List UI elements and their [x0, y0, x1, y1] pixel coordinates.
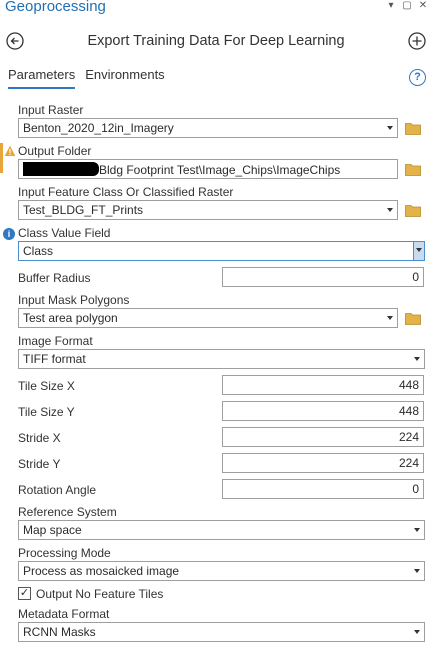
chevron-down-icon: [414, 569, 420, 573]
chevron-down-icon: [387, 126, 393, 130]
tile-size-y-label: Tile Size Y: [18, 405, 75, 419]
warning-icon[interactable]: [4, 145, 16, 157]
pane-autohide-icon[interactable]: ▢: [402, 0, 412, 12]
info-icon[interactable]: i: [3, 228, 15, 240]
dropdown-button[interactable]: [413, 242, 424, 260]
output-folder-label: Output Folder: [18, 144, 92, 158]
chevron-down-icon: [414, 357, 420, 361]
input-feature-class-label: Input Feature Class Or Classified Raster: [18, 185, 234, 199]
reference-system-dropdown[interactable]: Map space: [18, 520, 425, 540]
metadata-format-value: RCNN Masks: [23, 625, 96, 639]
stride-x-input[interactable]: 224: [222, 427, 424, 447]
processing-mode-label: Processing Mode: [18, 546, 111, 560]
add-icon[interactable]: [408, 32, 426, 50]
output-folder-input[interactable]: Bldg Footprint Test\Image_Chips\ImageChi…: [18, 159, 398, 179]
stride-y-label: Stride Y: [18, 457, 61, 471]
help-icon[interactable]: ?: [409, 69, 426, 86]
input-feature-class-dropdown[interactable]: Test_BLDG_FT_Prints: [18, 200, 398, 220]
image-format-label: Image Format: [18, 334, 93, 348]
tab-environments[interactable]: Environments: [85, 67, 164, 89]
tool-header: Export Training Data For Deep Learning: [0, 28, 432, 56]
input-feature-class-value: Test_BLDG_FT_Prints: [23, 203, 144, 217]
input-raster-label: Input Raster: [18, 103, 84, 117]
metadata-format-label: Metadata Format: [18, 607, 110, 621]
tab-parameters[interactable]: Parameters: [8, 67, 76, 89]
folder-icon[interactable]: [405, 204, 422, 217]
output-folder-value: Bldg Footprint Test\Image_Chips\ImageChi…: [99, 163, 341, 177]
class-value-field-label: Class Value Field: [18, 226, 111, 240]
input-mask-value: Test area polygon: [23, 311, 118, 325]
input-raster-dropdown[interactable]: Benton_2020_12in_Imagery: [18, 118, 398, 138]
input-mask-label: Input Mask Polygons: [18, 293, 130, 307]
rotation-angle-label: Rotation Angle: [18, 483, 97, 497]
input-mask-dropdown[interactable]: Test area polygon: [18, 308, 398, 328]
output-no-feature-tiles-label: Output No Feature Tiles: [36, 587, 164, 601]
processing-mode-value: Process as mosaicked image: [23, 564, 180, 578]
metadata-format-dropdown[interactable]: RCNN Masks: [18, 622, 425, 642]
image-format-value: TIFF format: [23, 352, 86, 366]
pane-title-bar: Geoprocessing ▾ ▢ ✕: [0, 0, 432, 16]
warning-indicator-bar: [0, 143, 3, 173]
processing-mode-dropdown[interactable]: Process as mosaicked image: [18, 561, 425, 581]
folder-icon[interactable]: [405, 122, 422, 135]
pane-controls: ▾ ▢ ✕: [386, 0, 428, 12]
folder-icon[interactable]: [405, 163, 422, 176]
input-raster-value: Benton_2020_12in_Imagery: [23, 121, 174, 135]
chevron-down-icon: [416, 248, 422, 252]
rotation-angle-input[interactable]: 0: [222, 479, 424, 499]
stride-y-input[interactable]: 224: [222, 453, 424, 473]
pane-options-icon[interactable]: ▾: [386, 0, 396, 12]
class-value-field-dropdown[interactable]: Class: [18, 241, 425, 261]
image-format-dropdown[interactable]: TIFF format: [18, 349, 425, 369]
redaction-block: [23, 162, 99, 176]
pane-close-icon[interactable]: ✕: [418, 0, 428, 12]
buffer-radius-input[interactable]: 0: [222, 267, 424, 287]
class-value-field-value: Class: [23, 244, 54, 258]
reference-system-label: Reference System: [18, 505, 117, 519]
tile-size-x-input[interactable]: 448: [222, 375, 424, 395]
reference-system-value: Map space: [23, 523, 82, 537]
output-no-feature-tiles-checkbox[interactable]: ✓: [18, 587, 31, 600]
pane-title: Geoprocessing: [5, 0, 106, 15]
chevron-down-icon: [387, 316, 393, 320]
tile-size-x-label: Tile Size X: [18, 379, 75, 393]
buffer-radius-label: Buffer Radius: [18, 271, 91, 285]
chevron-down-icon: [414, 630, 420, 634]
tool-title: Export Training Data For Deep Learning: [87, 33, 345, 49]
back-icon[interactable]: [6, 32, 24, 50]
chevron-down-icon: [414, 528, 420, 532]
stride-x-label: Stride X: [18, 431, 61, 445]
tile-size-y-input[interactable]: 448: [222, 401, 424, 421]
chevron-down-icon: [387, 208, 393, 212]
tab-strip: Parameters Environments: [8, 67, 165, 89]
folder-icon[interactable]: [405, 312, 422, 325]
